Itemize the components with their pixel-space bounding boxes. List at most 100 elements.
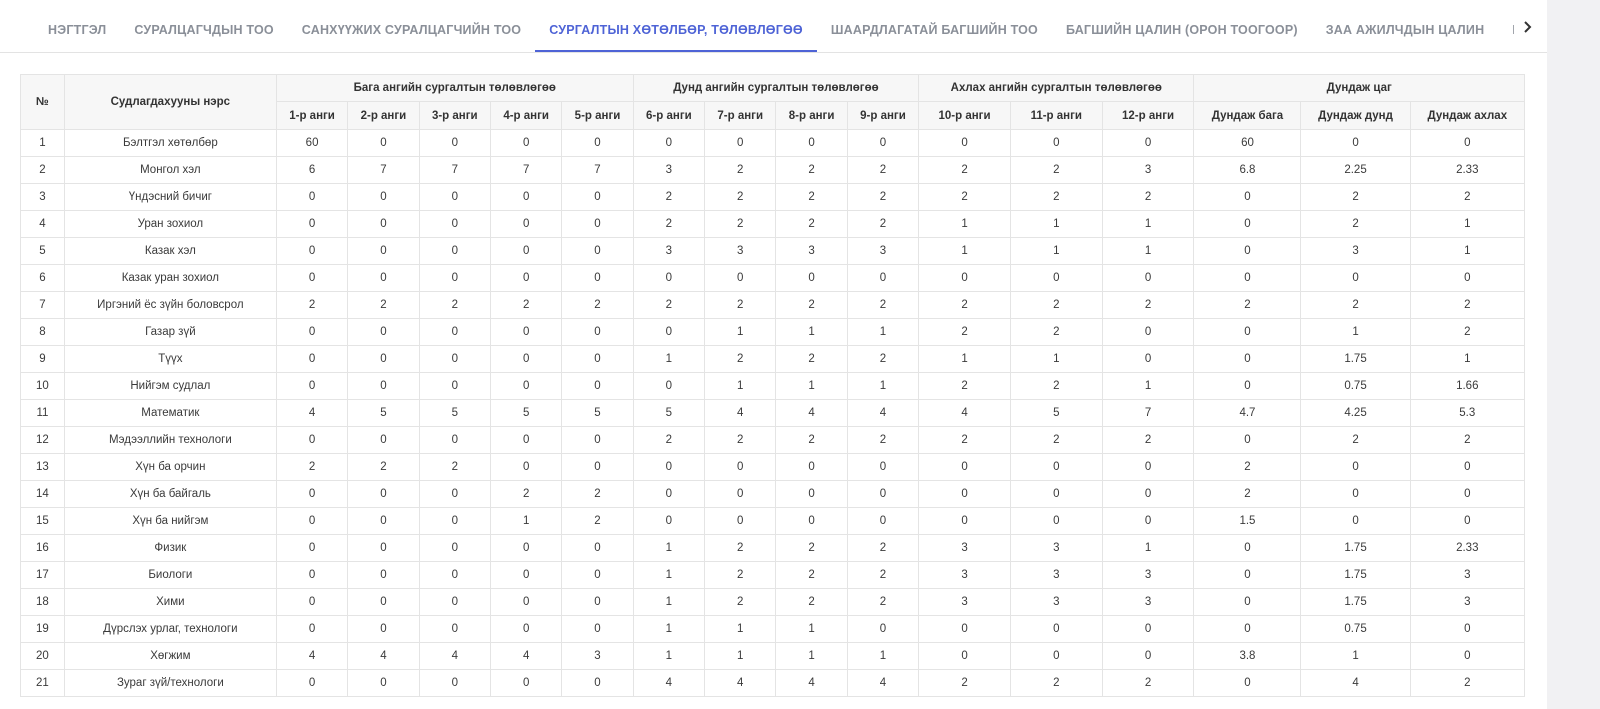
column-header: 3-р анги <box>418 101 491 130</box>
hours-cell: 3 <box>1101 588 1195 616</box>
hours-cell: 0 <box>918 264 1011 292</box>
hours-cell: 3 <box>1101 156 1195 184</box>
hours-cell: 2 <box>1409 291 1526 319</box>
hours-cell: 2 <box>704 588 777 616</box>
column-header: 11-р анги <box>1009 101 1103 130</box>
hours-cell: 7 <box>489 156 563 184</box>
hours-cell: 0 <box>418 615 491 643</box>
table-row: 19 Дүрслэх урлаг, технологи 0 0 0 0 0 1 1 1 0 0 0 0 0 0… <box>20 615 1526 643</box>
hours-cell: 0 <box>561 237 634 265</box>
row-number-cell: 19 <box>20 615 65 643</box>
hours-cell: 2 <box>775 156 848 184</box>
hours-cell: 2 <box>704 426 777 454</box>
row-number-cell: 4 <box>20 210 65 238</box>
hours-cell: 2 <box>846 561 920 589</box>
hours-cell: 1 <box>1300 318 1411 346</box>
hours-cell: 3 <box>846 237 920 265</box>
hours-cell: 0 <box>275 210 349 238</box>
hours-cell: 2 <box>846 210 920 238</box>
hours-cell: 0 <box>418 237 491 265</box>
hours-cell: 0 <box>418 264 491 292</box>
table-row: 9 Түүх 0 0 0 0 0 1 2 2 2 1 1 0 0 1.75 1 <box>20 345 1526 373</box>
hours-cell: 7 <box>347 156 420 184</box>
tab-1[interactable]: НЭГТГЭЛ <box>34 0 120 52</box>
hours-cell: 1 <box>1101 372 1195 400</box>
hours-cell: 1.75 <box>1300 588 1411 616</box>
group-header-middle: Дунд ангийн сургалтын төлөвлөгөө <box>632 74 920 102</box>
hours-cell: 4 <box>1300 669 1411 697</box>
hours-cell: 2 <box>775 588 848 616</box>
column-header: 7-р анги <box>704 101 777 130</box>
hours-cell: 0 <box>347 237 420 265</box>
tab-6[interactable]: БАГШИЙН ЦАЛИН (ОРОН ТООГООР) <box>1052 0 1312 52</box>
hours-cell: 2 <box>846 156 920 184</box>
hours-cell: 0 <box>418 345 491 373</box>
row-number-cell: 8 <box>20 318 65 346</box>
hours-cell: 2 <box>275 291 349 319</box>
hours-cell: 0 <box>1193 561 1302 589</box>
hours-cell: 2 <box>1193 480 1302 508</box>
hours-cell: 0 <box>561 129 634 157</box>
hours-cell: 0 <box>347 669 420 697</box>
hours-cell: 2 <box>846 345 920 373</box>
subject-name-cell: Хүн ба байгаль <box>63 480 277 508</box>
row-number-cell: 14 <box>20 480 65 508</box>
tab-2[interactable]: СУРАЛЦАГЧДЫН ТОО <box>120 0 287 52</box>
tab-8[interactable]: БАГШИЙН ЦАЛИН (ХИЧЭЭЛИЙН ЦАГААР) <box>1498 0 1514 52</box>
hours-cell: 2 <box>561 507 634 535</box>
row-number-cell: 16 <box>20 534 65 562</box>
hours-cell: 4 <box>704 669 777 697</box>
hours-cell: 0 <box>489 318 563 346</box>
hours-cell: 1 <box>1101 237 1195 265</box>
tab-3[interactable]: САНХҮҮЖИХ СУРАЛЦАГЧИЙН ТОО <box>288 0 535 52</box>
table-row: 18 Хими 0 0 0 0 0 1 2 2 2 3 3 3 0 1.75 3 <box>20 588 1526 616</box>
hours-cell: 2 <box>1300 183 1411 211</box>
hours-cell: 2 <box>632 426 706 454</box>
hours-cell: 1 <box>1009 237 1103 265</box>
table-row: 7 Иргэний ёс зүйн боловсрол 2 2 2 2 2 2 2 2 2 2 2 2 2 2… <box>20 291 1526 319</box>
subject-name-cell: Математик <box>63 399 277 427</box>
subject-name-cell: Монгол хэл <box>63 156 277 184</box>
hours-cell: 0 <box>489 372 563 400</box>
tab-5[interactable]: ШААРДЛАГАТАЙ БАГШИЙН ТОО <box>817 0 1052 52</box>
hours-cell: 0 <box>918 129 1011 157</box>
hours-cell: 1 <box>632 561 706 589</box>
column-header-number: № <box>20 74 65 130</box>
subject-name-cell: Хөгжим <box>63 642 277 670</box>
row-number-cell: 12 <box>20 426 65 454</box>
scrollbar-track[interactable] <box>1547 0 1600 709</box>
tab-7[interactable]: ЗАА АЖИЛЧДЫН ЦАЛИН <box>1312 0 1499 52</box>
subject-name-cell: Дүрслэх урлаг, технологи <box>63 615 277 643</box>
hours-cell: 0 <box>1101 264 1195 292</box>
hours-cell: 2 <box>775 291 848 319</box>
hours-cell: 3 <box>632 237 706 265</box>
chevron-right-icon[interactable] <box>1518 16 1538 38</box>
hours-cell: 0 <box>918 507 1011 535</box>
hours-cell: 4.7 <box>1193 399 1302 427</box>
group-header-primary: Бага ангийн сургалтын төлөвлөгөө <box>275 74 634 102</box>
hours-cell: 3 <box>1009 588 1103 616</box>
hours-cell: 6 <box>275 156 349 184</box>
hours-cell: 0 <box>275 507 349 535</box>
hours-cell: 5.3 <box>1409 399 1526 427</box>
hours-cell: 1 <box>1409 345 1526 373</box>
hours-cell: 0 <box>347 183 420 211</box>
hours-cell: 1.75 <box>1300 345 1411 373</box>
tab-4[interactable]: СУРГАЛТЫН ХӨТӨЛБӨР, ТӨЛӨВЛӨГӨӨ <box>535 0 817 52</box>
hours-cell: 1 <box>775 318 848 346</box>
hours-cell: 2 <box>1009 318 1103 346</box>
hours-cell: 2 <box>1300 426 1411 454</box>
hours-cell: 2 <box>1101 669 1195 697</box>
hours-cell: 1 <box>632 588 706 616</box>
hours-cell: 0 <box>1193 615 1302 643</box>
hours-cell: 0 <box>275 669 349 697</box>
subject-name-cell: Биологи <box>63 561 277 589</box>
hours-cell: 1 <box>704 642 777 670</box>
hours-cell: 0 <box>1300 264 1411 292</box>
hours-cell: 1 <box>704 372 777 400</box>
hours-cell: 2.33 <box>1409 534 1526 562</box>
column-header: Дундаж ахлах <box>1409 101 1526 130</box>
hours-cell: 5 <box>1009 399 1103 427</box>
hours-cell: 0 <box>347 507 420 535</box>
subject-name-cell: Хүн ба нийгэм <box>63 507 277 535</box>
